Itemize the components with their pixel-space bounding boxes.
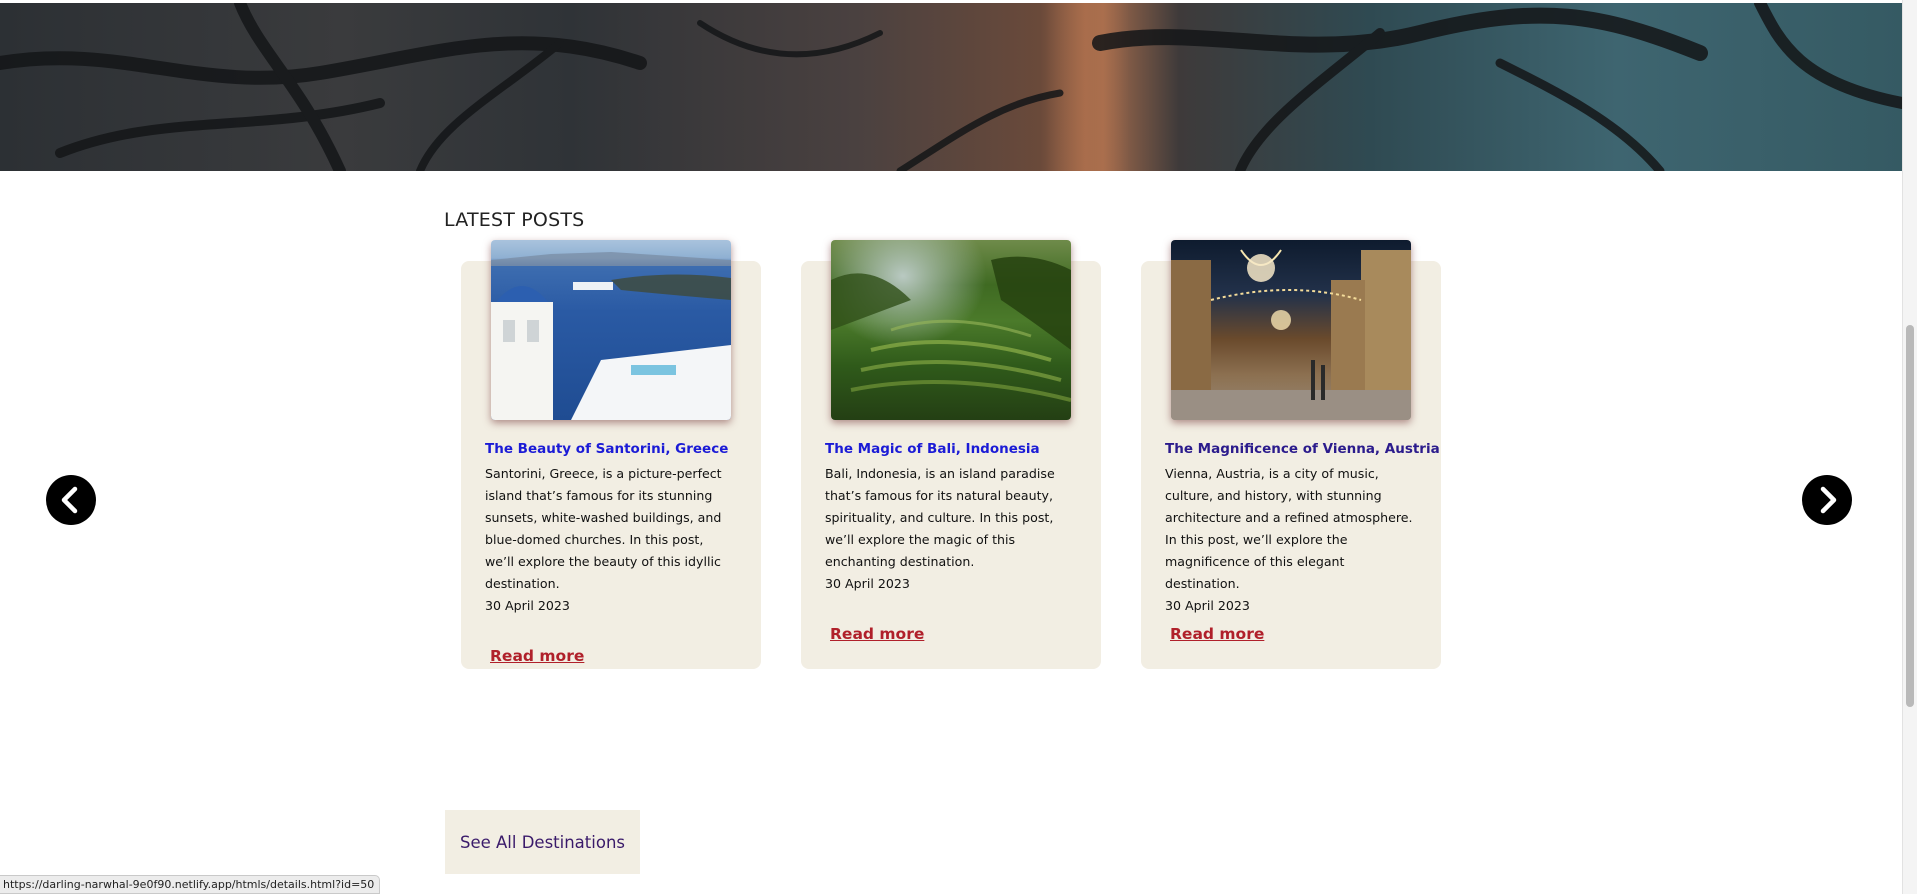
- post-description-text: Vienna, Austria, is a city of music, cul…: [1165, 466, 1413, 591]
- hero-banner-image: [0, 3, 1902, 171]
- post-date: 30 April 2023: [1165, 598, 1250, 613]
- carousel-prev-button[interactable]: [46, 475, 96, 525]
- post-date: 30 April 2023: [485, 598, 570, 613]
- post-description-text: Santorini, Greece, is a picture-perfect …: [485, 466, 722, 591]
- post-description: Vienna, Austria, is a city of music, cul…: [1165, 463, 1415, 617]
- section-title: LATEST POSTS: [444, 208, 585, 231]
- post-description-text: Bali, Indonesia, is an island paradise t…: [825, 466, 1055, 569]
- scrollbar-thumb[interactable]: [1906, 325, 1914, 707]
- see-all-destinations-button[interactable]: See All Destinations: [445, 810, 640, 874]
- post-thumbnail-santorini[interactable]: [491, 240, 731, 420]
- read-more-link[interactable]: Read more: [830, 625, 924, 643]
- post-date: 30 April 2023: [825, 576, 910, 591]
- post-card: The Beauty of Santorini, Greece Santorin…: [461, 240, 761, 669]
- chevron-right-icon: [1820, 486, 1837, 514]
- post-card: The Magnificence of Vienna, Austria Vien…: [1141, 240, 1441, 669]
- post-title-link[interactable]: The Magic of Bali, Indonesia: [825, 441, 1095, 457]
- carousel-next-button[interactable]: [1802, 475, 1852, 525]
- read-more-link[interactable]: Read more: [1170, 625, 1264, 643]
- post-thumbnail-bali[interactable]: [831, 240, 1071, 420]
- post-description: Santorini, Greece, is a picture-perfect …: [485, 463, 735, 617]
- post-title-link[interactable]: The Magnificence of Vienna, Austria: [1165, 441, 1440, 457]
- post-thumbnail-vienna[interactable]: [1171, 240, 1411, 420]
- status-bar-url: https://darling-narwhal-9e0f90.netlify.a…: [0, 875, 381, 894]
- chevron-left-icon: [61, 486, 78, 514]
- post-card: The Magic of Bali, Indonesia Bali, Indon…: [801, 240, 1101, 669]
- page: LATEST POSTS The Beauty of Santorini, Gr…: [0, 0, 1902, 894]
- post-title-link[interactable]: The Beauty of Santorini, Greece: [485, 441, 755, 457]
- read-more-link[interactable]: Read more: [490, 647, 584, 665]
- post-description: Bali, Indonesia, is an island paradise t…: [825, 463, 1075, 595]
